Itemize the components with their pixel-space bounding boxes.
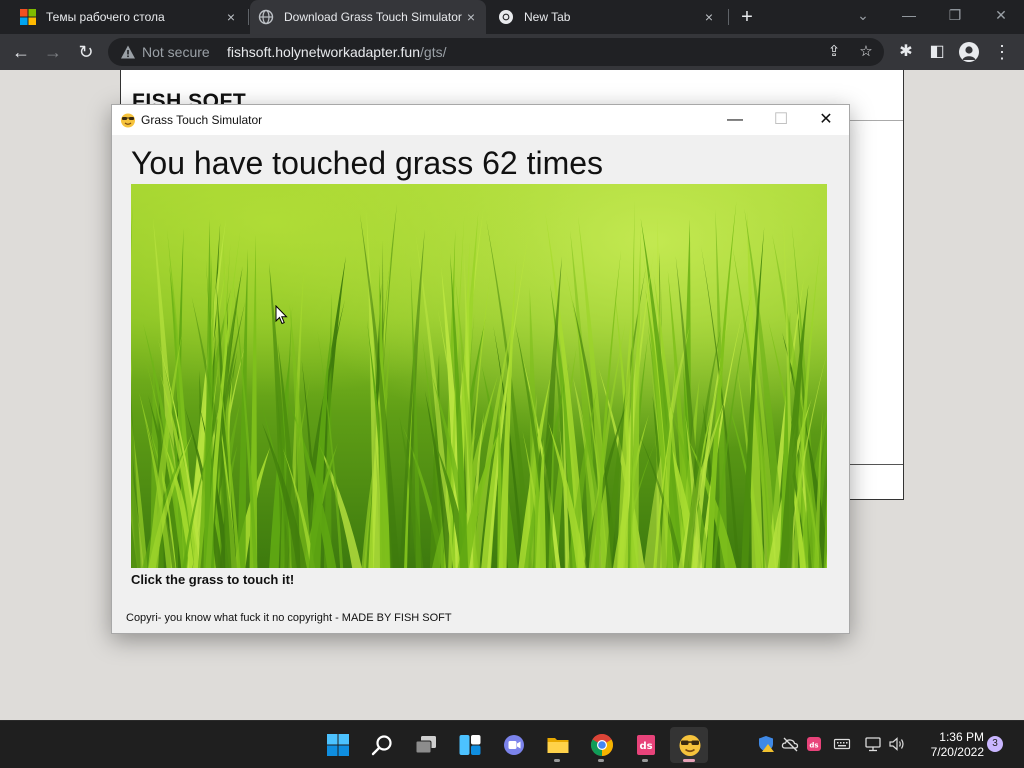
chat-button[interactable]	[494, 727, 532, 763]
tab-desktop-themes[interactable]: Темы рабочего стола ×	[12, 0, 246, 34]
running-indicator	[598, 759, 604, 762]
share-icon[interactable]: ⇪	[824, 42, 844, 62]
ds-app-icon: ds	[637, 735, 655, 755]
url-text[interactable]: fishsoft.holynetworkadapter.fun/gts/	[227, 44, 446, 60]
chrome-icon	[591, 734, 613, 756]
address-bar[interactable]: Not secure fishsoft.holynetworkadapter.f…	[108, 38, 884, 66]
volume-icon[interactable]	[888, 735, 906, 753]
widgets-icon	[459, 735, 481, 755]
browser-restore-button[interactable]: ❐	[941, 4, 969, 26]
tab-search-dropdown-icon[interactable]: ⌄	[849, 4, 877, 26]
extensions-icon[interactable]: ✱	[894, 40, 918, 64]
app-title-bar[interactable]: Grass Touch Simulator — ☐ ✕	[112, 105, 849, 135]
search-icon	[371, 735, 392, 756]
clock-time: 1:36 PM	[939, 730, 984, 744]
widgets-button[interactable]	[450, 727, 488, 763]
browser-menu-icon[interactable]: ⋮	[990, 40, 1014, 64]
running-indicator	[683, 759, 695, 762]
grass-picture	[131, 184, 827, 568]
clock-date: 7/20/2022	[930, 745, 984, 759]
globe-icon	[258, 9, 274, 25]
start-icon	[327, 734, 349, 756]
side-panel-icon[interactable]: ◧	[925, 40, 949, 64]
chat-icon	[504, 735, 524, 755]
mouse-cursor-icon	[275, 305, 288, 325]
new-tab-button[interactable]: +	[736, 6, 758, 28]
file-explorer-icon	[547, 738, 569, 753]
task-view-button[interactable]	[406, 727, 444, 763]
app-close-button[interactable]: ✕	[803, 105, 849, 135]
app-maximize-button[interactable]: ☐	[758, 105, 804, 135]
tab-new-tab[interactable]: New Tab ×	[490, 0, 724, 34]
tab-close-icon[interactable]: ×	[224, 10, 238, 24]
ds-tray-icon[interactable]: ds	[805, 735, 823, 753]
ds-app-button[interactable]: ds	[626, 727, 664, 763]
back-button[interactable]: ←	[9, 40, 33, 64]
grass-touch-simulator-window: Grass Touch Simulator — ☐ ✕ You have tou…	[111, 104, 850, 634]
sunglasses-face-icon	[121, 113, 135, 128]
url-host: fishsoft.holynetworkadapter.fun	[227, 44, 421, 60]
browser-toolbar: ← → ↻ Not secure fishsoft.holynetworkada…	[0, 34, 1024, 70]
browser-tab-bar: Темы рабочего стола × Download Grass Tou…	[0, 0, 1024, 34]
reload-button[interactable]: ↻	[74, 40, 98, 64]
warning-icon[interactable]	[120, 44, 136, 60]
running-indicator	[642, 759, 648, 762]
network-icon[interactable]	[864, 735, 882, 753]
tab-title: Темы рабочего стола	[46, 10, 165, 24]
svg-text:ds: ds	[639, 741, 652, 752]
notification-badge[interactable]: 3	[987, 736, 1003, 752]
svg-text:ds: ds	[809, 742, 818, 750]
browser-close-button[interactable]: ✕	[987, 4, 1015, 26]
file-explorer-button[interactable]	[538, 727, 576, 763]
tab-title: Download Grass Touch Simulator	[284, 10, 462, 24]
security-label[interactable]: Not secure	[142, 44, 210, 60]
grass-simulator-button[interactable]	[670, 727, 708, 763]
browser-minimize-button[interactable]: —	[895, 4, 923, 26]
search-button[interactable]	[362, 727, 400, 763]
tab-close-icon[interactable]: ×	[702, 10, 716, 24]
task-view-icon	[415, 736, 436, 754]
url-path: /gts/	[420, 44, 447, 60]
system-clock[interactable]: 1:36 PM 7/20/2022	[914, 730, 984, 760]
chrome-button[interactable]	[582, 727, 620, 763]
chrome-icon	[499, 10, 513, 24]
windows-taskbar: ds ds 1:36 PM 7/20/2022 3	[0, 720, 1024, 768]
tab-separator	[728, 9, 729, 25]
defender-warning-icon[interactable]	[757, 735, 775, 753]
grass-simulator-icon	[679, 735, 701, 756]
tab-close-icon[interactable]: ×	[464, 10, 478, 24]
grass-image[interactable]	[131, 184, 827, 568]
running-indicator	[554, 759, 560, 762]
copyright-text: Copyri- you know what fuck it no copyrig…	[126, 612, 452, 624]
instruction-text: Click the grass to touch it!	[131, 572, 295, 587]
touch-counter-label: You have touched grass 62 times	[131, 145, 604, 181]
profile-avatar-icon[interactable]	[959, 42, 979, 62]
tab-title: New Tab	[524, 10, 571, 24]
start-button[interactable]	[318, 727, 356, 763]
windows-logo-icon	[20, 9, 36, 25]
tab-separator	[248, 9, 249, 25]
forward-button[interactable]: →	[41, 40, 65, 64]
app-minimize-button[interactable]: —	[712, 105, 758, 135]
cloud-icon[interactable]	[781, 735, 799, 753]
keyboard-icon[interactable]	[833, 735, 851, 753]
bookmark-star-icon[interactable]: ☆	[856, 42, 876, 62]
tab-grass-touch-simulator[interactable]: Download Grass Touch Simulator ×	[250, 0, 486, 34]
app-window-title: Grass Touch Simulator	[141, 113, 263, 127]
